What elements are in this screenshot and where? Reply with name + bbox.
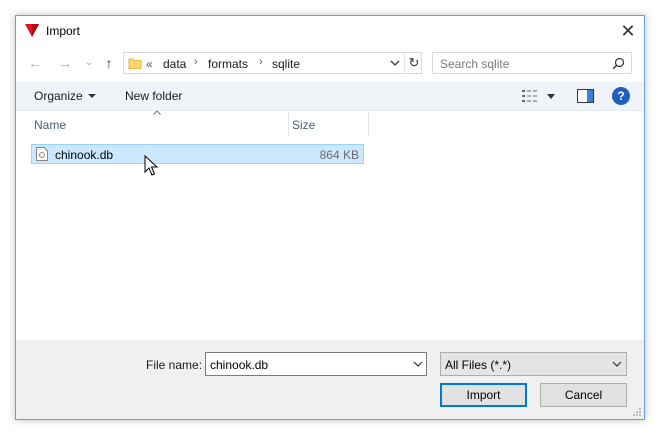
file-type-value: All Files (*.*) <box>445 358 512 372</box>
search-icon <box>612 57 625 70</box>
title-bar: Import ✕ <box>16 16 644 46</box>
column-name-label: Name <box>34 118 67 132</box>
recent-locations-button[interactable]: ⌄ <box>80 54 98 72</box>
organize-caret-icon[interactable] <box>88 94 96 98</box>
chevron-down-icon[interactable] <box>413 360 423 368</box>
new-folder-button[interactable]: New folder <box>125 89 182 103</box>
close-button[interactable]: ✕ <box>612 16 644 46</box>
view-options-icon[interactable] <box>522 89 538 103</box>
resize-grip-icon[interactable] <box>632 407 642 417</box>
chevron-down-icon <box>612 361 622 367</box>
command-toolbar: Organize New folder ? <box>16 82 644 111</box>
address-bar[interactable]: « data › formats › sqlite ↻ <box>123 52 422 74</box>
folder-icon <box>128 58 142 69</box>
chevron-down-icon: ⌄ <box>84 57 94 68</box>
column-header-size[interactable]: Size <box>289 112 369 136</box>
file-list-item[interactable]: chinook.db 864 KB <box>31 144 364 164</box>
breadcrumb-formats[interactable]: formats <box>208 57 248 71</box>
bottom-panel: File name: chinook.db All Files (*.*) Im… <box>16 340 644 419</box>
close-icon: ✕ <box>620 21 636 41</box>
forward-button[interactable]: → <box>56 54 74 72</box>
search-input[interactable]: Search sqlite <box>432 52 632 74</box>
breadcrumb-data[interactable]: data <box>163 57 186 71</box>
cancel-button[interactable]: Cancel <box>540 383 627 407</box>
help-icon: ? <box>617 89 625 103</box>
file-name-input[interactable]: chinook.db <box>205 352 427 376</box>
file-name-value: chinook.db <box>210 358 269 372</box>
file-size: 864 KB <box>319 148 359 162</box>
mouse-cursor-icon <box>144 155 159 176</box>
up-button[interactable]: ↑ <box>100 54 118 72</box>
breadcrumb-separator[interactable]: › <box>194 56 198 68</box>
back-button[interactable]: ← <box>26 54 44 72</box>
breadcrumb-sqlite[interactable]: sqlite <box>272 57 300 71</box>
forward-arrow-icon: → <box>58 55 72 71</box>
window-title: Import <box>46 24 81 38</box>
column-header-name[interactable]: Name <box>31 112 289 136</box>
file-name: chinook.db <box>55 148 114 162</box>
import-dialog: Import ✕ ← → ⌄ ↑ « data › formats › sqli… <box>15 15 645 420</box>
refresh-icon: ↻ <box>408 55 420 70</box>
app-logo-icon <box>25 24 39 37</box>
back-arrow-icon: ← <box>28 55 42 71</box>
up-arrow-icon: ↑ <box>105 55 113 71</box>
help-button[interactable]: ? <box>612 87 630 105</box>
file-type-select[interactable]: All Files (*.*) <box>440 352 627 376</box>
search-placeholder: Search sqlite <box>440 57 510 71</box>
organize-menu-button[interactable]: Organize <box>34 89 83 103</box>
breadcrumb-overflow[interactable]: « <box>146 57 153 71</box>
import-button[interactable]: Import <box>440 383 527 407</box>
preview-pane-icon[interactable] <box>577 89 594 103</box>
address-dropdown-icon[interactable] <box>387 55 403 71</box>
breadcrumb-separator[interactable]: › <box>259 56 263 68</box>
refresh-button[interactable]: ↻ <box>404 53 423 73</box>
file-name-label: File name: <box>146 358 203 372</box>
database-file-icon <box>36 147 48 161</box>
column-size-label: Size <box>292 118 316 132</box>
view-caret-icon[interactable] <box>547 94 555 99</box>
